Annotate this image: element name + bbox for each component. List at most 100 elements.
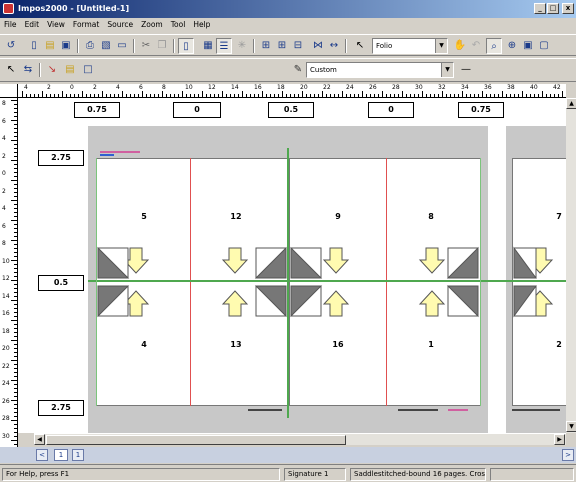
scroll-up-icon[interactable]: ▲ xyxy=(566,98,576,109)
chevron-down-icon: ▼ xyxy=(435,39,447,53)
vertical-scrollbar[interactable]: ▲ ▼ xyxy=(566,98,576,433)
ruler-label: 0 xyxy=(2,170,6,177)
ruler-tick xyxy=(150,94,151,97)
layout-combo-value: Folio xyxy=(376,42,393,50)
restore-button[interactable]: □ xyxy=(547,3,559,14)
ruler-tick xyxy=(14,272,17,273)
collapse-icon[interactable]: ⋈ xyxy=(310,38,326,54)
select-tool-icon[interactable]: ↖ xyxy=(3,62,19,78)
menu-tool[interactable]: Tool xyxy=(167,18,190,31)
ruler-tick xyxy=(406,94,407,97)
mark-icon[interactable]: ✳ xyxy=(234,38,250,54)
menu-help[interactable]: Help xyxy=(189,18,214,31)
zoom-icon[interactable]: ⌕ xyxy=(486,38,502,54)
ruler-tick xyxy=(14,288,17,289)
ruler-tick xyxy=(42,91,43,97)
hand-icon[interactable]: ✋ xyxy=(452,38,468,54)
ruler-tick xyxy=(378,94,379,97)
ruler-tick xyxy=(11,380,17,381)
ruler-tick xyxy=(126,94,127,97)
grid-8-icon[interactable]: ⊟ xyxy=(290,38,306,54)
scroll-left-icon[interactable]: ◀ xyxy=(34,434,45,445)
ruler-tick xyxy=(11,120,17,121)
ruler-tick xyxy=(234,94,235,97)
ruler-tick xyxy=(258,94,259,97)
menu-edit[interactable]: Edit xyxy=(21,18,44,31)
list-view-icon[interactable]: ☰ xyxy=(216,38,232,54)
expand-icon[interactable]: ↔ xyxy=(326,38,342,54)
menu-view[interactable]: View xyxy=(43,18,69,31)
ruler-tick xyxy=(546,94,547,97)
signature-tab[interactable]: 1 xyxy=(72,449,84,461)
layout-combo[interactable]: Folio ▼ xyxy=(372,38,448,54)
ruler-label: 2 xyxy=(93,84,97,91)
scroll-down-icon[interactable]: ▼ xyxy=(566,421,576,432)
menu-zoom[interactable]: Zoom xyxy=(137,18,167,31)
zoom-in-icon[interactable]: ⊕ xyxy=(504,38,520,54)
style-minus-button[interactable]: — xyxy=(458,62,474,78)
link-tool-icon[interactable]: ⇆ xyxy=(20,62,36,78)
print-preview-icon[interactable]: ▧ xyxy=(98,38,114,54)
fit-page-icon[interactable]: ▣ xyxy=(520,38,536,54)
ruler-tick xyxy=(14,412,17,413)
imposition-workspace[interactable]: 0.75 0 0.5 0 0.75 2.75 0.5 2.75 5 12 9 8… xyxy=(18,98,566,433)
page-setup-icon[interactable]: ▭ xyxy=(114,38,130,54)
new-file-icon[interactable]: ▯ xyxy=(26,38,42,54)
ruler-tick xyxy=(554,94,555,97)
ruler-label: 4 xyxy=(116,84,120,91)
fit-width-icon[interactable]: ▢ xyxy=(536,38,552,54)
ruler-tick xyxy=(302,91,303,97)
ruler-tick xyxy=(342,91,343,97)
ruler-tick xyxy=(518,94,519,97)
horizontal-scrollbar[interactable]: ◀ ▶ xyxy=(34,433,566,445)
menu-format[interactable]: Format xyxy=(69,18,103,31)
page-view-icon[interactable]: ▯ xyxy=(178,38,194,54)
ruler-tick xyxy=(326,94,327,97)
ruler-label: 28 xyxy=(392,84,400,91)
scroll-right-icon[interactable]: ▶ xyxy=(554,434,565,445)
open-folder-icon[interactable]: ▤ xyxy=(42,38,58,54)
cut-icon[interactable]: ✂ xyxy=(138,38,154,54)
next-tab-button[interactable]: > xyxy=(562,449,574,461)
menu-file[interactable]: File xyxy=(0,18,21,31)
grid-2x2-icon[interactable]: ⊞ xyxy=(258,38,274,54)
ruler-tick xyxy=(422,91,423,97)
sheet-view-icon[interactable]: ▦ xyxy=(200,38,216,54)
ruler-tick xyxy=(458,94,459,97)
scroll-thumb[interactable] xyxy=(46,435,346,445)
tab-signature-1[interactable]: 1 xyxy=(54,449,68,461)
ruler-tick xyxy=(502,91,503,97)
ruler-tick xyxy=(278,94,279,97)
status-description: Saddlestitched-bound 16 pages. Cros xyxy=(350,468,486,481)
window-title: Impos2000 - [Untitled-1] xyxy=(18,4,130,13)
save-icon[interactable]: ▣ xyxy=(58,38,74,54)
prev-tab-button[interactable]: < xyxy=(36,449,48,461)
ruler-tick xyxy=(198,94,199,97)
menu-source[interactable]: Source xyxy=(103,18,137,31)
crop-mark-tool-icon[interactable]: ↘ xyxy=(44,62,60,78)
import-icon[interactable]: ↺ xyxy=(3,38,19,54)
close-button[interactable]: x xyxy=(562,3,574,14)
grid-4-icon[interactable]: ⊞ xyxy=(274,38,290,54)
ruler-tick xyxy=(474,94,475,97)
ruler-tick xyxy=(14,368,17,369)
pointer-icon[interactable]: ↖ xyxy=(352,38,368,54)
undo-icon[interactable]: ↶ xyxy=(468,38,484,54)
ruler-tick xyxy=(270,94,271,97)
fold-mark-tool-icon[interactable]: ▤ xyxy=(62,62,78,78)
style-combo[interactable]: Custom ▼ xyxy=(306,62,454,78)
ruler-tick xyxy=(14,372,17,373)
ruler-tick xyxy=(14,356,17,357)
ruler-label: 14 xyxy=(231,84,239,91)
ruler-tick xyxy=(358,94,359,97)
horizontal-ruler: 4 2 0 2 4 6 8 10 12 14 16 18 20 22 24 26 28 30 32 34 36 38 40 4… xyxy=(18,84,566,98)
print-icon[interactable]: ⎙ xyxy=(82,38,98,54)
ruler-tick xyxy=(14,152,17,153)
copy-icon[interactable]: ❐ xyxy=(154,38,170,54)
ruler-tick xyxy=(110,94,111,97)
ruler-tick xyxy=(482,91,483,97)
minimize-button[interactable]: _ xyxy=(534,3,546,14)
ruler-tick xyxy=(318,94,319,97)
brush-icon[interactable]: ✎ xyxy=(290,62,306,78)
frame-tool-icon[interactable]: □ xyxy=(80,62,96,78)
